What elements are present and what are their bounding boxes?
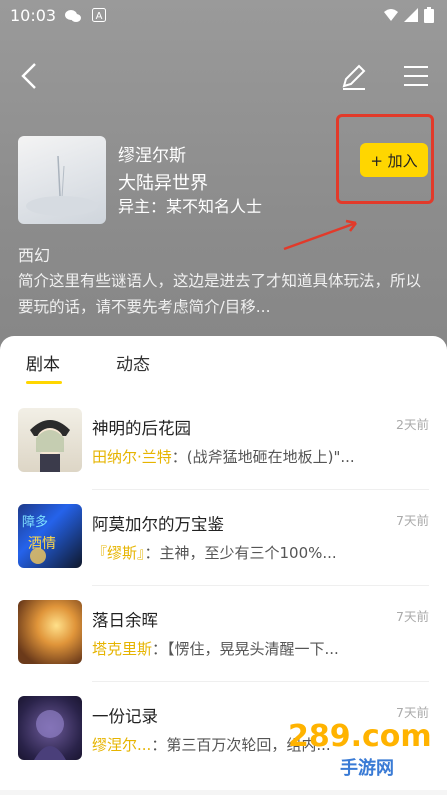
svg-text:A: A bbox=[96, 11, 103, 22]
thumb-text-1: 障多 bbox=[22, 514, 48, 530]
edit-pencil-icon[interactable] bbox=[338, 60, 370, 92]
book-cover-image bbox=[18, 136, 106, 224]
join-button[interactable]: + 加入 bbox=[360, 143, 428, 177]
script-title: 一份记录 bbox=[92, 707, 158, 726]
script-preview: 田纳尔·兰特：(战斧猛地砸在地板上)"... bbox=[92, 446, 387, 467]
keyboard-icon: A bbox=[92, 8, 106, 22]
watermark-text: 289.com bbox=[288, 719, 432, 754]
character-art bbox=[30, 420, 70, 472]
world-title: 大陆异世界 bbox=[118, 173, 208, 194]
script-thumbnail bbox=[18, 696, 82, 760]
script-time: 7天前 bbox=[396, 609, 429, 624]
chat-icon bbox=[65, 10, 81, 22]
script-preview: 『缪斯』：主神，至少有三个100%... bbox=[92, 542, 387, 563]
script-title: 落日余晖 bbox=[92, 611, 158, 630]
tab-activity[interactable]: 动态 bbox=[116, 350, 150, 375]
script-speaker: 塔克里斯 bbox=[92, 640, 153, 658]
script-text: ：主神，至少有三个100%... bbox=[144, 544, 337, 562]
poster-art: 障多 酒情 bbox=[22, 514, 56, 564]
bottom-strip bbox=[0, 790, 447, 795]
book-meta: 缪涅尔斯 大陆异世界 异主：某不知名人士 bbox=[118, 145, 262, 217]
script-time: 2天前 bbox=[396, 417, 429, 432]
script-time: 7天前 bbox=[396, 513, 429, 528]
menu-icon[interactable] bbox=[400, 60, 432, 92]
cover-art bbox=[26, 155, 98, 216]
script-title: 神明的后花园 bbox=[92, 419, 191, 438]
script-thumbnail bbox=[18, 600, 82, 664]
annotation-arrow-icon bbox=[283, 219, 357, 251]
back-arrow-icon[interactable] bbox=[14, 60, 46, 92]
script-preview: 塔克里斯：【愣住，晃晃头清醒一下... bbox=[92, 638, 387, 659]
status-bar: 10:03 A bbox=[0, 0, 447, 32]
script-thumbnail: 障多 酒情 bbox=[18, 504, 82, 568]
script-row[interactable]: 神明的后花园 2天前 田纳尔·兰特：(战斧猛地砸在地板上)"... bbox=[0, 394, 447, 490]
script-row[interactable]: 落日余晖 7天前 塔克里斯：【愣住，晃晃头清醒一下... bbox=[0, 586, 447, 682]
wifi-icon bbox=[384, 9, 398, 21]
author-name: 缪涅尔斯 bbox=[118, 146, 186, 166]
status-time: 10:03 bbox=[10, 6, 57, 25]
site-watermark-logo: 289.com 手游网 bbox=[288, 719, 432, 779]
battery-icon bbox=[424, 7, 434, 23]
script-row[interactable]: 障多 酒情 阿莫加尔的万宝鉴 7天前 『缪斯』：主神，至少有三个100%... bbox=[0, 490, 447, 586]
script-speaker: 『缪斯』 bbox=[92, 544, 145, 562]
script-speaker: 缪涅尔... bbox=[92, 736, 152, 754]
owner-label: 异主：某不知名人士 bbox=[118, 197, 263, 216]
genre-label: 西幻 bbox=[18, 246, 51, 265]
signal-icon bbox=[404, 8, 418, 22]
tab-bar: 剧本 动态 bbox=[0, 336, 447, 391]
toolbar bbox=[0, 50, 447, 100]
tab-scripts[interactable]: 剧本 bbox=[26, 350, 60, 375]
book-description: 简介这里有些谜语人，这边是进去了才知道具体玩法，所以要玩的话，请不要先考虑简介/… bbox=[18, 272, 422, 316]
watermark-sub: 手游网 bbox=[340, 757, 394, 779]
tab-indicator bbox=[26, 381, 62, 384]
script-text: ：【愣住，晃晃头清醒一下... bbox=[152, 640, 339, 658]
character-art bbox=[34, 710, 66, 760]
script-text: ：(战斧猛地砸在地板上)"... bbox=[171, 448, 355, 466]
script-thumbnail bbox=[18, 408, 82, 472]
script-speaker: 田纳尔·兰特 bbox=[92, 448, 172, 466]
script-title: 阿莫加尔的万宝鉴 bbox=[92, 515, 224, 534]
